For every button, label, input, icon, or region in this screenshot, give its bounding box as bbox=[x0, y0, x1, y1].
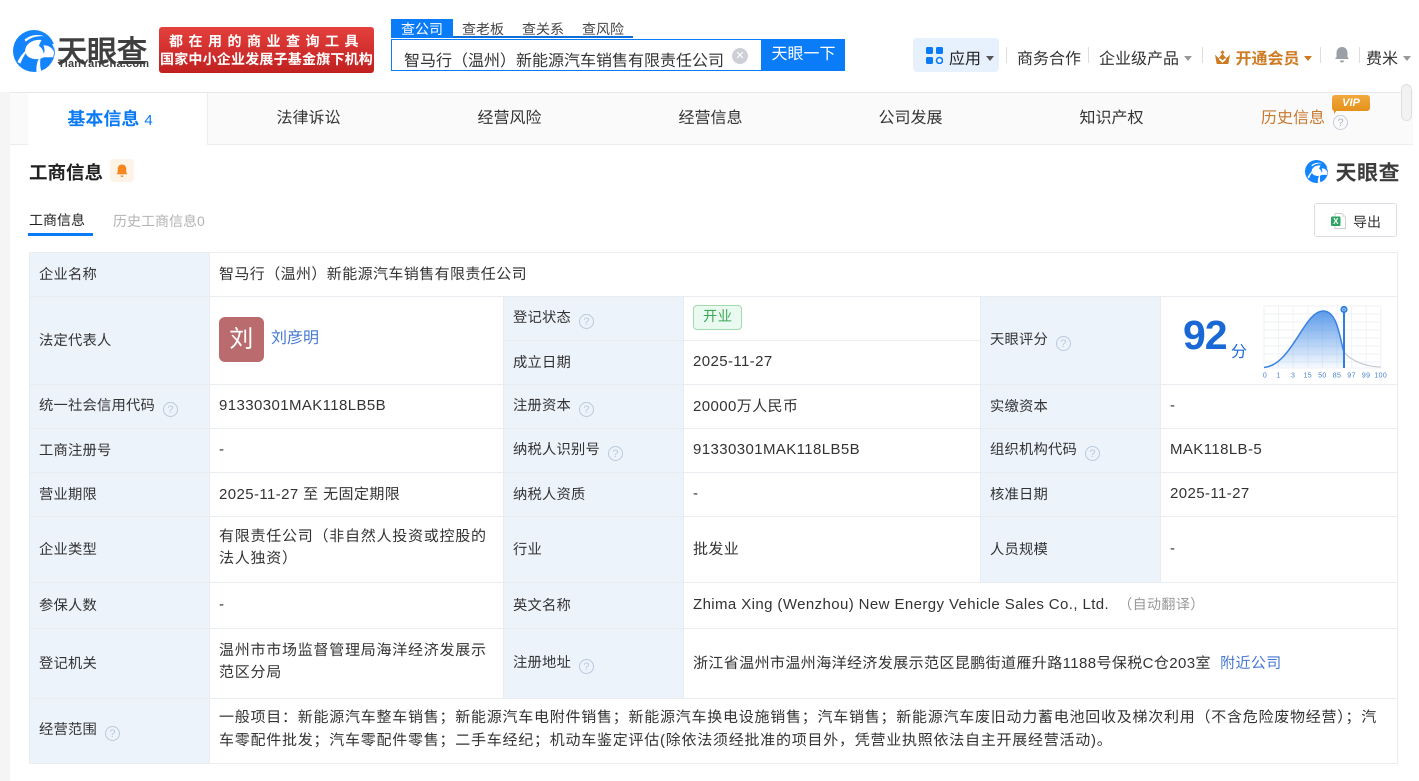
svg-text:100: 100 bbox=[1374, 373, 1387, 380]
svg-text:1: 1 bbox=[1276, 373, 1280, 380]
svg-text:3: 3 bbox=[1291, 373, 1295, 380]
svg-text:99: 99 bbox=[1362, 373, 1371, 380]
svg-text:85: 85 bbox=[1333, 373, 1342, 380]
svg-text:97: 97 bbox=[1347, 373, 1356, 380]
svg-text:0: 0 bbox=[1263, 373, 1267, 380]
svg-text:X: X bbox=[1333, 217, 1339, 226]
svg-text:50: 50 bbox=[1318, 373, 1327, 380]
svg-text:15: 15 bbox=[1304, 373, 1313, 380]
